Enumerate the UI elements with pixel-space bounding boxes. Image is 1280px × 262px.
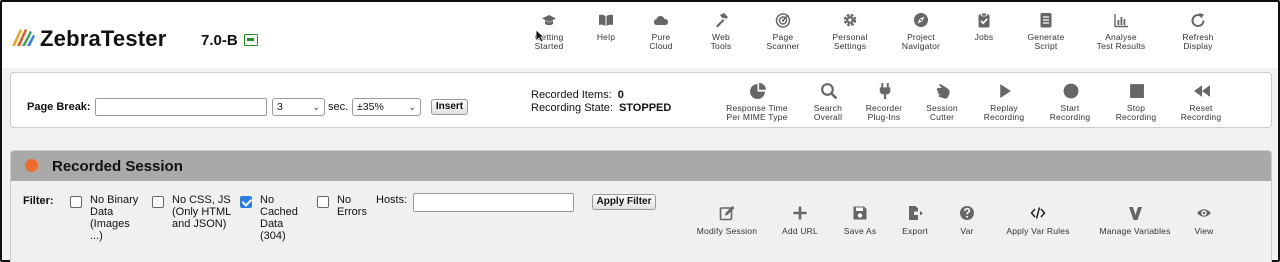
play-icon (999, 84, 1011, 98)
brand-name: ZebraTester (40, 26, 167, 51)
seconds-value: 3 (277, 101, 283, 113)
filter-checkbox[interactable] (70, 196, 82, 208)
session-tool-label: View (1194, 226, 1214, 236)
nav-personal-settings[interactable]: Personal Settings (811, 12, 889, 51)
tolerance-value: ±35% (357, 101, 384, 113)
gear-icon (843, 13, 857, 27)
filter-label-text: No Binary Data (Images...) (90, 194, 139, 242)
nav-analyse-test-results[interactable]: Analyse Test Results (1082, 12, 1160, 51)
insert-button[interactable]: Insert (431, 99, 468, 115)
nav-label: Personal Settings (832, 32, 868, 51)
chevron-down-icon: ⌄ (408, 102, 416, 112)
stop-icon (1129, 84, 1144, 98)
nav-generate-script[interactable]: Generate Script (1007, 12, 1085, 51)
cloud-icon (654, 16, 668, 25)
zebratester-logo (12, 29, 35, 46)
code-icon (1030, 207, 1046, 219)
record-icon (1063, 83, 1078, 99)
plug-icon (879, 83, 890, 99)
tolerance-select[interactable]: ±35% ⌄ (352, 98, 421, 116)
recorded-items-label: Recorded Items: (531, 89, 612, 101)
top-header: ZebraTester 7.0-B Getting Started Help Pure… (2, 2, 1278, 68)
apply-filter-button[interactable]: Apply Filter (592, 194, 656, 210)
hosts-input[interactable] (413, 193, 574, 212)
variables-icon (1129, 207, 1142, 220)
book-icon (599, 14, 613, 26)
filter-checkbox[interactable] (240, 196, 252, 208)
graduation-cap-icon (542, 15, 556, 26)
page-break-input[interactable] (95, 98, 267, 116)
filter-checkbox[interactable] (317, 196, 329, 208)
session-tool-label: Apply Var Rules (1006, 226, 1070, 236)
recording-state-label: Recording State: (531, 102, 613, 114)
filter-label-text: No Errors (337, 194, 367, 218)
nav-label: Refresh Display (1182, 32, 1214, 51)
seconds-select[interactable]: 3 ⌄ (272, 98, 325, 116)
session-tool-view[interactable]: View (1161, 205, 1247, 236)
mouse-cursor-icon (535, 29, 545, 43)
plus-icon (793, 206, 807, 220)
radar-icon (775, 13, 791, 28)
rewind-icon (1193, 85, 1210, 97)
session-title: Recorded Session (52, 158, 183, 175)
edit-icon (719, 206, 735, 221)
refresh-icon (1191, 13, 1205, 27)
tool-reset-recording[interactable]: Reset Recording (1161, 82, 1241, 121)
clipboard-check-icon (978, 12, 990, 28)
help-circle-icon (960, 206, 974, 220)
compass-icon (914, 13, 928, 27)
recorded-items: Recorded Items: 0 (531, 89, 624, 101)
page-break-label: Page Break: (27, 101, 91, 113)
version-badge-icon (244, 34, 258, 46)
tool-response-time-per-mime-type[interactable]: Response Time Per MIME Type (717, 82, 797, 121)
recording-state-value: STOPPED (618, 102, 672, 114)
hand-icon (936, 84, 950, 99)
seconds-label: sec. (328, 101, 349, 113)
nav-label: Analyse Test Results (1096, 32, 1146, 51)
hosts-label: Hosts: (376, 194, 408, 206)
session-tool-apply-var-rules[interactable]: Apply Var Rules (995, 205, 1081, 236)
session-toolbar: Filter: No Binary Data (Images...) No CSS, … (11, 181, 1271, 262)
filter-label-text: No Cached Data (304) (260, 194, 298, 242)
recorder-panel: Page Break: 3 ⌄ sec. ±35% ⌄ Insert Recor… (10, 72, 1272, 128)
tool-label: Response Time Per MIME Type (726, 103, 788, 122)
filter-checkbox[interactable] (152, 196, 164, 208)
recorded-session-panel: Recorded Session Filter: No Binary Data (I… (10, 150, 1272, 262)
tool-label: Reset Recording (1180, 103, 1222, 122)
recorded-items-value: 0 (617, 89, 624, 101)
pie-chart-icon (749, 82, 766, 99)
nav-refresh-display[interactable]: Refresh Display (1159, 12, 1237, 51)
version-label: 7.0-B (201, 32, 238, 49)
export-icon (909, 206, 923, 220)
session-header: Recorded Session (11, 151, 1271, 181)
chevron-down-icon: ⌄ (312, 102, 320, 112)
search-icon (820, 83, 837, 99)
hammer-icon (716, 13, 728, 28)
nav-label: Generate Script (1027, 32, 1065, 51)
filter-label: Filter: (23, 195, 54, 207)
script-icon (1040, 13, 1052, 28)
record-status-icon (25, 159, 38, 172)
eye-icon (1197, 209, 1211, 217)
recording-state: Recording State: STOPPED (531, 102, 671, 114)
bar-chart-icon (1114, 14, 1128, 28)
save-icon (853, 206, 867, 220)
filter-label-text: No CSS, JS (Only HTML and JSON) (172, 194, 232, 230)
